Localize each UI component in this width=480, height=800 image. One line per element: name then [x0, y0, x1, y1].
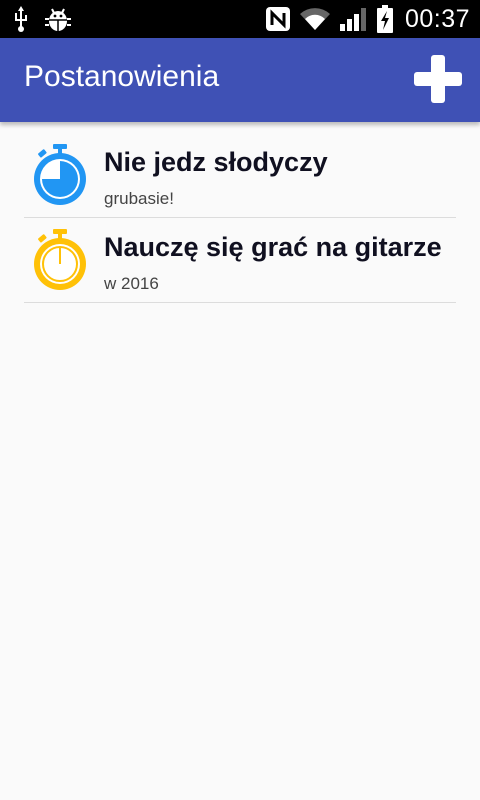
item-subtitle: w 2016 — [104, 274, 159, 293]
add-button[interactable] — [414, 55, 462, 103]
list-item[interactable]: Nauczę się grać na gitarze w 2016 — [24, 218, 456, 303]
stopwatch-icon — [32, 143, 88, 205]
resolutions-list: Nie jedz słodyczy grubasie! Nauczę się g… — [24, 133, 456, 303]
android-debug-icon — [44, 6, 72, 32]
item-title: Nauczę się grać na gitarze — [104, 232, 442, 262]
status-clock: 00:37 — [404, 4, 470, 33]
list-item[interactable]: Nie jedz słodyczy grubasie! — [24, 133, 456, 218]
item-subtitle: grubasie! — [104, 189, 174, 208]
status-bar-left — [14, 0, 72, 38]
usb-icon — [14, 6, 28, 32]
battery-charging-icon — [376, 5, 393, 33]
app-bar-title: Postanowienia — [24, 60, 220, 93]
nfc-icon — [265, 6, 291, 32]
app-bar: Postanowienia — [0, 38, 480, 122]
status-bar-right: 00:37 — [265, 0, 470, 38]
item-title: Nie jedz słodyczy — [104, 147, 328, 177]
signal-icon — [339, 6, 369, 32]
stopwatch-icon — [32, 228, 88, 290]
status-bar: 00:37 — [0, 0, 480, 38]
wifi-icon — [299, 6, 331, 32]
